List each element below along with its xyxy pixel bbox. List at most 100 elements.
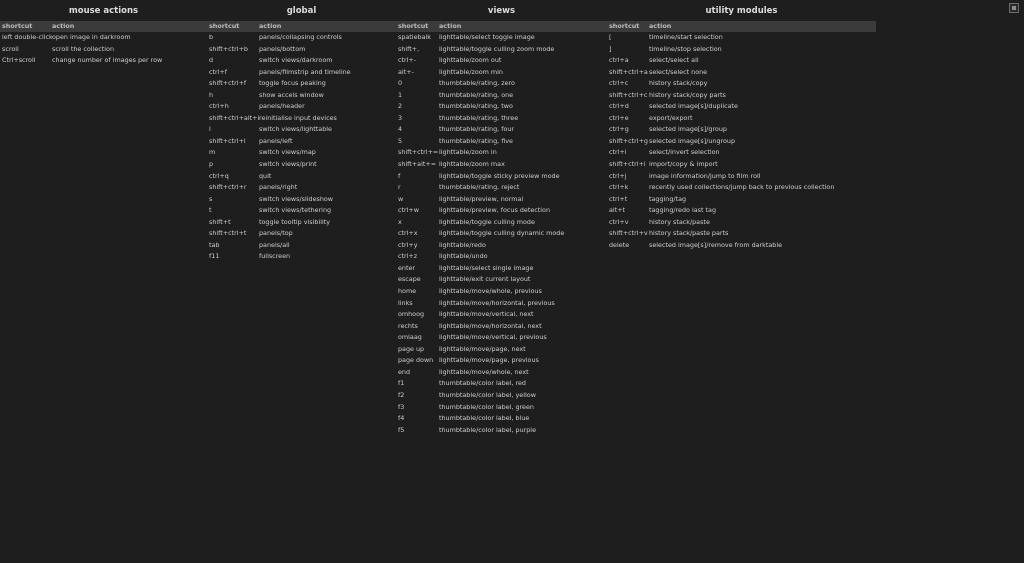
table-row[interactable]: shift+t toggle tooltip visibility [207, 217, 396, 229]
table-row[interactable]: ctrl+y lighttable/redo [396, 240, 607, 252]
table-row[interactable]: shift+ctrl+c history stack/copy parts [607, 90, 876, 102]
table-row[interactable]: ctrl+h panels/header [207, 101, 396, 113]
table-row[interactable]: 1 thumbtable/rating, one [396, 90, 607, 102]
utility-modules-title: utility modules [705, 6, 778, 16]
table-row[interactable]: home lighttable/move/whole, previous [396, 286, 607, 298]
table-row[interactable]: shift+ctrl+g selected image[s]/ungroup [607, 136, 876, 148]
table-row[interactable]: shift+ctrl+l panels/left [207, 136, 396, 148]
shortcut-cell: ctrl+z [398, 252, 418, 261]
global-title: global [286, 6, 317, 16]
table-row[interactable]: ctrl+c history stack/copy [607, 78, 876, 90]
table-row[interactable]: d switch views/darkroom [207, 55, 396, 67]
action-cell: lighttable/zoom out [439, 56, 502, 65]
table-row[interactable]: ctrl+q quit [207, 171, 396, 183]
table-row[interactable]: x lighttable/toggle culling mode [396, 217, 607, 229]
shortcut-cell: left double-click [2, 33, 52, 41]
table-row[interactable]: shift+ctrl+a select/select none [607, 67, 876, 79]
action-cell: switch views/tethering [259, 206, 332, 215]
table-row[interactable]: f11 fullscreen [207, 251, 396, 263]
table-row[interactable]: ctrl+z lighttable/undo [396, 251, 607, 263]
table-row[interactable]: [timeline/start selection [607, 32, 876, 44]
table-row[interactable]: ctrl+i select/invert selection [607, 147, 876, 159]
table-row[interactable]: rechts lighttable/move/horizontal, next [396, 321, 607, 333]
shortcut-cell: r [398, 183, 401, 192]
table-row[interactable]: shift+ctrl+f toggle focus peaking [207, 78, 396, 90]
table-row[interactable]: h show accels window [207, 90, 396, 102]
table-row[interactable]: enter lighttable/select single image [396, 263, 607, 275]
table-row[interactable]: 5 thumbtable/rating, five [396, 136, 607, 148]
table-row[interactable]: 3 thumbtable/rating, three [396, 113, 607, 125]
table-row[interactable]: shift+ctrl+r panels/right [207, 182, 396, 194]
table-row[interactable]: page up lighttable/move/page, next [396, 344, 607, 356]
table-row[interactable]: ctrl+j image information/jump to film rol… [607, 171, 876, 183]
shortcut-cell: f [398, 171, 401, 180]
table-row[interactable]: ctrl+x lighttable/toggle culling dynamic … [396, 228, 607, 240]
action-cell: lighttable/preview, normal [439, 194, 524, 203]
table-row[interactable]: f5 thumbtable/color label, purple [396, 425, 607, 437]
shortcut-cell: delete [609, 240, 630, 249]
shortcut-cell: 0 [398, 79, 403, 88]
table-row[interactable]: t switch views/tethering [207, 205, 396, 217]
table-row[interactable]: f2 thumbtable/color label, yellow [396, 390, 607, 402]
mouse-actions-table-header: shortcut action [0, 21, 207, 32]
table-row[interactable]: shift+ctrl+alt+i reinitialise input devic… [207, 113, 396, 125]
table-row[interactable]: omlaag lighttable/move/vertical, previous [396, 332, 607, 344]
table-row[interactable]: f4 thumbtable/color label, blue [396, 413, 607, 425]
table-row[interactable]: Ctrl+scroll change number of images per r… [0, 55, 207, 67]
shortcut-cell: f3 [398, 402, 405, 411]
table-row[interactable]: shift+ctrl+= lighttable/zoom in [396, 147, 607, 159]
table-row[interactable]: ctrl+k recently used collections/jump bac… [607, 182, 876, 194]
table-row[interactable]: r thumbtable/rating, reject [396, 182, 607, 194]
table-row[interactable]: ctrl+v history stack/paste [607, 217, 876, 229]
table-row[interactable]: omhoog lighttable/move/vertical, next [396, 309, 607, 321]
table-row[interactable]: 0 thumbtable/rating, zero [396, 78, 607, 90]
table-row[interactable]: page down lighttable/move/page, previous [396, 355, 607, 367]
table-row[interactable]: l switch views/lighttable [207, 124, 396, 136]
action-cell: reinitialise input devices [259, 113, 337, 122]
table-row[interactable]: ] timeline/stop selection [607, 44, 876, 56]
table-row[interactable]: escape lighttable/exit current layout [396, 274, 607, 286]
table-row[interactable]: w lighttable/preview, normal [396, 194, 607, 206]
table-row[interactable]: ctrl+t tagging/tag [607, 194, 876, 206]
table-row[interactable]: shift+alt+= lighttable/zoom max [396, 159, 607, 171]
table-row[interactable]: tab panels/all [207, 240, 396, 252]
table-row[interactable]: m switch views/map [207, 147, 396, 159]
table-row[interactable]: shift+ctrl+v history stack/paste parts [607, 228, 876, 240]
table-row[interactable]: alt+- lighttable/zoom min [396, 67, 607, 79]
table-row[interactable]: ctrl+g selected image[s]/group [607, 124, 876, 136]
table-row[interactable]: shift+, lighttable/toggle culling zoom mo… [396, 44, 607, 56]
table-row[interactable]: p switch views/print [207, 159, 396, 171]
shortcut-cell: ctrl+h [209, 102, 229, 111]
shortcut-cell: ctrl+d [609, 102, 629, 111]
shortcut-cell: t [209, 206, 212, 215]
table-row[interactable]: 4 thumbtable/rating, four [396, 124, 607, 136]
table-row[interactable]: ctrl+w lighttable/preview, focus detectio… [396, 205, 607, 217]
table-row[interactable]: f3 thumbtable/color label, green [396, 402, 607, 414]
table-row[interactable]: f lighttable/toggle sticky preview mode [396, 171, 607, 183]
table-row[interactable]: spatiebalk lighttable/select toggle image [396, 32, 607, 44]
table-row[interactable]: alt+t tagging/redo last tag [607, 205, 876, 217]
shortcut-cell: shift+ctrl+b [209, 44, 248, 53]
table-row[interactable]: ctrl+a select/select all [607, 55, 876, 67]
table-row[interactable]: end lighttable/move/whole, next [396, 367, 607, 379]
table-row[interactable]: f1 thumbtable/color label, red [396, 378, 607, 390]
table-row[interactable]: b panels/collapsing controls [207, 32, 396, 44]
table-row[interactable]: links lighttable/move/horizontal, previou… [396, 298, 607, 310]
table-row[interactable]: ctrl+e export/export [607, 113, 876, 125]
table-row[interactable]: ctrl+f panels/filmstrip and timeline [207, 67, 396, 79]
shortcut-cell: p [209, 160, 214, 169]
table-row[interactable]: 2 thumbtable/rating, two [396, 101, 607, 113]
table-row[interactable]: shift+ctrl+b panels/bottom [207, 44, 396, 56]
table-row[interactable]: shift+ctrl+i import/copy & import [607, 159, 876, 171]
action-cell: toggle tooltip visibility [259, 217, 331, 226]
shortcut-cell: shift+, [398, 44, 420, 53]
table-row[interactable]: ctrl+- lighttable/zoom out [396, 55, 607, 67]
table-row[interactable]: shift+ctrl+t panels/top [207, 228, 396, 240]
mouse-actions-rows: left double-click open image in darkroom s… [0, 32, 207, 67]
table-row[interactable]: delete selected image[s]/remove from dark… [607, 240, 876, 252]
table-row[interactable]: scroll scroll the collection [0, 44, 207, 56]
table-row[interactable]: ctrl+d selected image[s]/duplicate [607, 101, 876, 113]
table-row[interactable]: s switch views/slideshow [207, 194, 396, 206]
close-window-button[interactable] [1009, 3, 1019, 13]
table-row[interactable]: left double-click open image in darkroom [0, 32, 207, 44]
